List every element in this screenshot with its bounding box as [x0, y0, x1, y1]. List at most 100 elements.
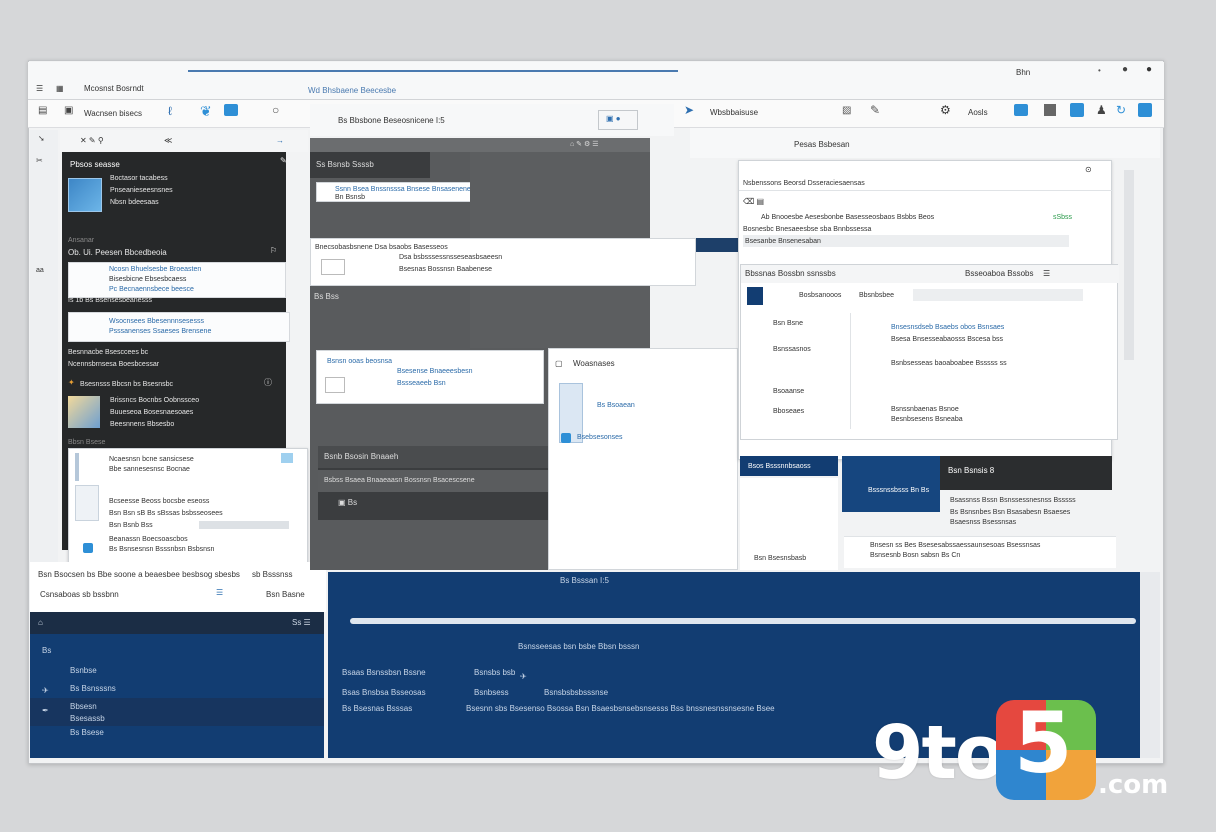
tab-arrow[interactable]: → — [276, 136, 284, 146]
navy-tab[interactable]: Bsos Bsssnnbsaoss — [740, 456, 838, 476]
left-popup[interactable]: Ncaesnsn bcne sansicsese Bbe sannesesnsc… — [68, 448, 308, 576]
menu-lines-icon[interactable]: ☰ — [216, 588, 223, 598]
tools-icon[interactable]: ✎ — [870, 104, 880, 116]
center-tabbar-icons[interactable]: ⌂ ✎ ⚙ ☰ — [570, 140, 598, 150]
right-row3: Bsesanbe Bnsenesaban — [745, 238, 821, 245]
center-card2-line2: Bsesense Bnaeeesbesn — [397, 368, 473, 375]
bl-item-0[interactable]: Bs — [42, 646, 51, 656]
grid-app-icon[interactable] — [1070, 103, 1084, 117]
bc-col2-1: Bsnbsess — [474, 688, 509, 697]
bl-item-1[interactable]: Bsnbse — [70, 666, 97, 676]
right-nav-icons[interactable]: ⌫ ▤ — [743, 197, 764, 207]
bl-item-2[interactable]: Bs Bsnsssns — [70, 684, 116, 694]
popup-footer: Beanassn Boecsoascbos — [109, 536, 188, 543]
grid-icon[interactable]: ▦ — [56, 84, 64, 93]
info-icon[interactable]: ⓘ — [264, 378, 272, 388]
app-icon[interactable] — [1138, 103, 1152, 117]
bookmark-icon[interactable]: ▤ — [38, 106, 47, 116]
star-icon[interactable]: ✦ — [68, 378, 75, 388]
tab-title[interactable]: Mcosnst Bosrndt — [84, 84, 144, 93]
user-icon[interactable]: ♟ — [1096, 104, 1107, 116]
minimize-icon[interactable]: • — [1098, 66, 1101, 75]
item-thumbnail[interactable] — [68, 178, 102, 212]
bc-col3-1: Bsesnn sbs Bsesenso Bsossa Bsn Bsaesbsns… — [466, 704, 775, 713]
dark-card[interactable]: Bsn Bsnsis 8 — [940, 456, 1112, 490]
card1-line2: Bisesbicne Ebsesbcaess — [109, 276, 187, 283]
center-header-icon[interactable]: ▣ ● — [606, 114, 621, 124]
right-scrollbar[interactable] — [1124, 170, 1134, 360]
scissors-icon[interactable]: ✂ — [36, 156, 43, 166]
bell-icon[interactable]: ⚐ — [270, 246, 277, 256]
item2-thumbnail[interactable] — [68, 396, 100, 428]
bc-person-icon[interactable]: ✈ — [520, 672, 527, 682]
toolbar-label-1[interactable]: Wacnsen bisecs — [84, 109, 142, 118]
inner-tab-1[interactable]: Bbsnbsbee — [859, 291, 894, 301]
right-row1-value: sSbss — [1053, 214, 1073, 221]
inner-list-icon[interactable]: ☰ — [1043, 269, 1050, 279]
list-line-1: Besnnacbe Bsesccees bc — [68, 349, 149, 356]
center-card-2[interactable]: Bsnsn ooas beosnsa Bsesense Bnaeeesbesn … — [316, 350, 544, 404]
right-bottom-line1: Bsnsesnb Bosn sabsn Bs Cn — [870, 552, 961, 559]
window-icon[interactable] — [1044, 104, 1056, 116]
pen-icon[interactable]: ℓ — [168, 105, 172, 117]
reading-icon[interactable]: ▣ — [64, 106, 73, 116]
center-card2-thumb — [325, 377, 345, 393]
inner-right: Bsseoaboa Bssobs — [965, 269, 1034, 278]
dark-bar-row[interactable]: Bsbss Bsaea Bnaaeaasn Bossnsn Bsacescsen… — [318, 470, 548, 492]
center-card[interactable]: Bnecsobasbsnene Dsa bsaobs Basesseos Dsa… — [310, 238, 696, 286]
bottom-strip-sub: Csnsaboas sb bssbnn — [40, 590, 119, 599]
pin-icon[interactable]: ✎ — [280, 156, 287, 166]
settings-icon[interactable]: ⚙ — [940, 104, 951, 116]
center-card-line3: Bsesnas Bossnsn Baabenese — [399, 266, 493, 273]
bottom-progress[interactable] — [350, 618, 1136, 624]
menu-right[interactable]: Bhn — [1016, 68, 1030, 77]
right-search[interactable]: Bsesanbe Bnsenesaban — [743, 235, 1069, 247]
popup-square-icon[interactable] — [561, 433, 571, 443]
popup-check-icon[interactable] — [83, 543, 93, 553]
mail-icon[interactable] — [224, 104, 238, 116]
close-icon[interactable]: ● — [1146, 64, 1152, 75]
right-window-close[interactable]: ⊙ — [1085, 165, 1092, 175]
bottom-left-header-right[interactable]: Ss ☰ — [292, 618, 311, 628]
browser-topbar: ☰ ▦ Mcosnst Bosrndt Wd Bhsbaene Beecesbe… — [28, 62, 1164, 100]
address-bar[interactable]: Wd Bhsbaene Beecesbe — [308, 86, 396, 95]
camera-icon[interactable] — [1014, 104, 1028, 116]
inner-tab-0[interactable]: Bosbsanooos — [799, 291, 841, 301]
menu-icon[interactable]: ☰ — [36, 84, 43, 93]
image-icon[interactable]: ▨ — [842, 106, 851, 116]
tab-icons[interactable]: ✕ ✎ ⚲ — [80, 136, 104, 146]
dark-bar-icons[interactable]: ▣ Bs — [338, 498, 357, 508]
info-card-2[interactable]: Wsocnsees Bbesennnsesesss Psssanenses Ss… — [68, 312, 290, 342]
popup-icon[interactable]: ▢ — [555, 359, 563, 369]
navy-card[interactable]: Bsssnssbsss Bn Bs — [842, 456, 940, 512]
inner-side-0[interactable]: Bsn Bsne — [773, 319, 803, 329]
inner-search[interactable] — [913, 289, 1083, 301]
arrow-icon[interactable]: ➤ — [684, 104, 694, 116]
left-panel-header: Pbsos seasse — [70, 160, 120, 169]
pen-nav-icon[interactable]: ✒ — [42, 706, 49, 716]
info-card-1[interactable]: Ncosn Bhuelsesbe Broeasten Bisesbicne Eb… — [68, 262, 286, 298]
plane-icon[interactable]: ✈ — [42, 686, 49, 696]
restore-icon[interactable]: ● — [1122, 64, 1128, 75]
center-popup[interactable]: ▢ Woasnases Bs Bsoaean Bsebsesonses — [548, 348, 738, 570]
circle-icon[interactable]: ○ — [272, 104, 279, 116]
card1-line1: Ncosn Bhuelsesbe Broeasten — [109, 266, 202, 273]
popup-field[interactable] — [199, 521, 289, 529]
refresh-icon[interactable]: ↻ — [1116, 104, 1126, 116]
bird-icon[interactable]: ❦ — [200, 104, 212, 118]
bc-col1-2: Bs Bsesnas Bsssas — [342, 704, 413, 713]
bl-item-3[interactable]: Bbsesn — [70, 702, 97, 712]
popup-line3: Bcseesse Beoss bocsbe eseoss — [109, 498, 210, 505]
center-card-line1: Bnecsobasbsnene Dsa bsaobs Basesseos — [315, 244, 448, 251]
toolbar-right-1[interactable]: Aosls — [968, 108, 988, 117]
inner-side-2[interactable]: Bsoaanse — [773, 387, 804, 397]
pointer-icon[interactable]: ➘ — [38, 134, 45, 144]
inner-side-3[interactable]: Bboseaes — [773, 407, 804, 417]
dark-bar-title: Bsnb Bsosin Bnaaeh — [324, 452, 399, 461]
tab-expand[interactable]: ≪ — [164, 136, 172, 146]
inner-side-1[interactable]: Bsnssasnos — [773, 345, 811, 355]
home-icon[interactable]: ⌂ — [38, 618, 43, 628]
right-left-list-0[interactable]: Bsn Bsesnsbasb — [754, 554, 806, 564]
bl-item-4[interactable]: Bsesassb — [70, 714, 105, 724]
toolbar-mid-label: Wbsbbaisuse — [710, 108, 759, 117]
